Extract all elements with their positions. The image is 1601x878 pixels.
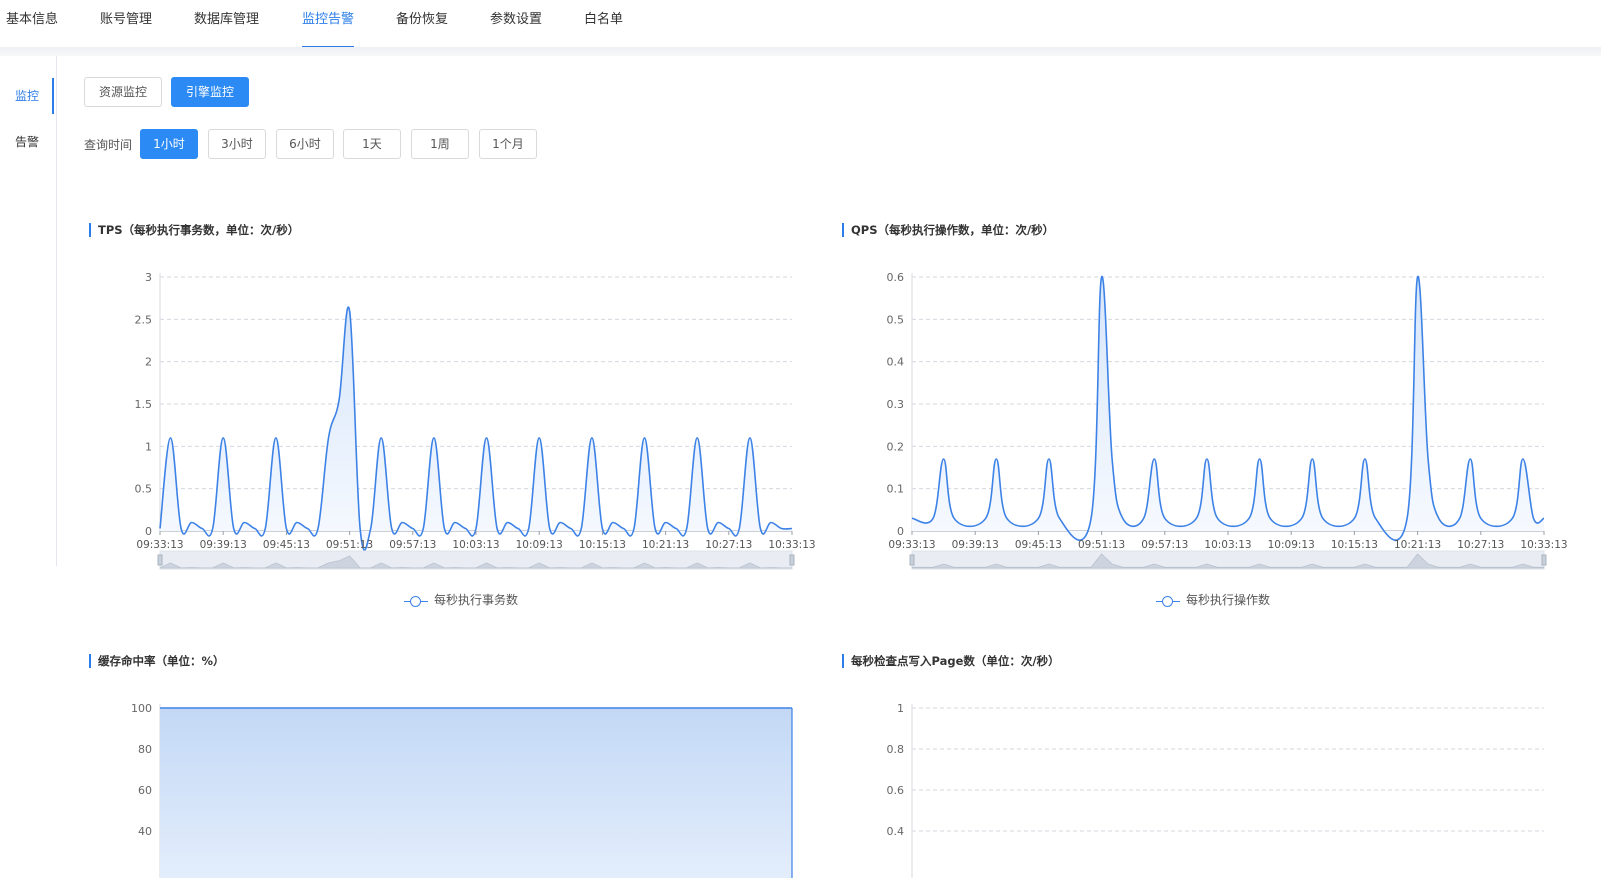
qps-chart-title: QPS（每秒执行操作数，单位：次/秒）: [842, 223, 1054, 237]
tps-chart-title: TPS（每秒执行事务数，单位：次/秒）: [89, 223, 299, 237]
x-tick-label: 09:57:13: [1141, 539, 1188, 551]
x-tick-label: 09:51:13: [1078, 539, 1125, 551]
y-tick-label: 80: [138, 743, 152, 756]
y-tick-label: 0: [145, 525, 152, 538]
qps-legend-label: 每秒执行操作数: [1186, 593, 1271, 607]
tab-account-management[interactable]: 账号管理: [100, 8, 152, 47]
cache-hit-chart: 100 80 60 40: [131, 702, 793, 878]
y-tick-label: 100: [131, 702, 152, 715]
x-tick-label: 10:21:13: [1394, 539, 1441, 551]
y-tick-label: 0.6: [887, 271, 905, 284]
x-tick-label: 10:15:13: [579, 539, 626, 551]
x-tick-label: 10:33:13: [768, 539, 815, 551]
time-range-1m-button[interactable]: 1个月: [479, 129, 537, 159]
zoom-handle-right[interactable]: [789, 554, 795, 566]
cache-hit-chart-title: 缓存命中率（单位：%）: [89, 654, 225, 668]
y-tick-label: 0.6: [887, 784, 905, 797]
y-tick-label: 1: [897, 702, 904, 715]
x-tick-label: 09:51:13: [326, 539, 373, 551]
y-tick-label: 0: [897, 525, 904, 538]
qps-legend[interactable]: 每秒执行操作数: [1156, 591, 1270, 608]
checkpoint-chart-title: 每秒检查点写入Page数（单位：次/秒）: [842, 654, 1060, 668]
legend-marker-icon: [404, 595, 428, 607]
x-tick-label: 10:15:13: [1331, 539, 1378, 551]
engine-monitor-button[interactable]: 引擎监控: [171, 77, 249, 107]
y-tick-label: 2: [145, 356, 152, 369]
y-tick-label: 40: [138, 825, 152, 838]
y-tick-label: 60: [138, 784, 152, 797]
x-tick-label: 09:45:13: [263, 539, 310, 551]
x-tick-label: 09:57:13: [389, 539, 436, 551]
zoom-handle-right[interactable]: [1541, 554, 1547, 566]
x-tick-label: 09:45:13: [1015, 539, 1062, 551]
tps-chart: 3 2.5 2 1.5 1 0.5 009:33:13 09:39:13 09:45:13 09:…: [135, 271, 816, 570]
x-tick-label: 10:33:13: [1520, 539, 1567, 551]
x-tick-label: 09:33:13: [136, 539, 183, 551]
time-range-6h-button[interactable]: 6小时: [276, 129, 334, 159]
sidebar-item-alert[interactable]: 告警: [0, 124, 54, 160]
time-range-label: 查询时间: [84, 138, 133, 152]
x-tick-label: 09:39:13: [200, 539, 247, 551]
tab-basic-info[interactable]: 基本信息: [6, 8, 58, 47]
top-nav: 基本信息 账号管理 数据库管理 监控告警 备份恢复 参数设置 白名单: [0, 0, 1601, 48]
x-tick-label: 09:39:13: [952, 539, 999, 551]
zoom-handle-left[interactable]: [909, 554, 915, 566]
nav-divider: [0, 47, 1601, 56]
y-tick-label: 0.2: [887, 440, 905, 453]
tab-monitor-alert[interactable]: 监控告警: [302, 8, 355, 48]
y-tick-label: 1.5: [135, 398, 153, 411]
x-tick-label: 10:09:13: [1268, 539, 1315, 551]
tab-parameter-settings[interactable]: 参数设置: [490, 8, 542, 47]
time-range-1w-button[interactable]: 1周: [411, 129, 469, 159]
x-tick-label: 10:03:13: [1204, 539, 1251, 551]
x-tick-label: 10:09:13: [516, 539, 563, 551]
series-line: [911, 276, 1545, 541]
x-tick-label: 09:33:13: [888, 539, 935, 551]
tab-backup-restore[interactable]: 备份恢复: [396, 8, 448, 47]
resource-monitor-button[interactable]: 资源监控: [84, 77, 162, 107]
checkpoint-chart: 1 0.8 0.6 0.4: [887, 702, 1544, 878]
time-range-1d-button[interactable]: 1天: [343, 129, 401, 159]
x-tick-label: 10:27:13: [705, 539, 752, 551]
time-range-3h-button[interactable]: 3小时: [208, 129, 266, 159]
x-tick-label: 10:27:13: [1457, 539, 1504, 551]
y-tick-label: 0.5: [887, 313, 905, 326]
series-area: [160, 307, 792, 551]
time-range-1h-button[interactable]: 1小时: [140, 129, 198, 159]
sidebar-item-monitor[interactable]: 监控: [0, 78, 54, 114]
sidebar: 监控 告警: [0, 56, 57, 566]
y-tick-label: 0.1: [887, 483, 905, 496]
tps-legend-label: 每秒执行事务数: [434, 593, 519, 607]
x-tick-label: 10:03:13: [452, 539, 499, 551]
y-tick-label: 0.8: [887, 743, 905, 756]
tab-whitelist[interactable]: 白名单: [584, 8, 623, 47]
y-tick-label: 0.4: [887, 356, 905, 369]
zoom-slider-track: [911, 550, 1545, 570]
y-tick-label: 2.5: [135, 313, 153, 326]
y-tick-label: 0.4: [887, 825, 905, 838]
tab-database-management[interactable]: 数据库管理: [194, 8, 259, 47]
y-tick-label: 0.5: [135, 483, 153, 496]
x-tick-label: 10:21:13: [642, 539, 689, 551]
tps-legend[interactable]: 每秒执行事务数: [404, 591, 518, 608]
zoom-handle-left[interactable]: [157, 554, 163, 566]
legend-marker-icon: [1156, 595, 1180, 607]
qps-chart: 0.6 0.5 0.4 0.3 0.2 0.1 009:33:13 09:39:13 09:45…: [887, 271, 1568, 570]
y-tick-label: 1: [145, 440, 152, 453]
y-tick-label: 0.3: [887, 398, 905, 411]
series-area: [912, 276, 1544, 541]
y-tick-label: 3: [145, 271, 152, 284]
series-area: [160, 708, 792, 878]
